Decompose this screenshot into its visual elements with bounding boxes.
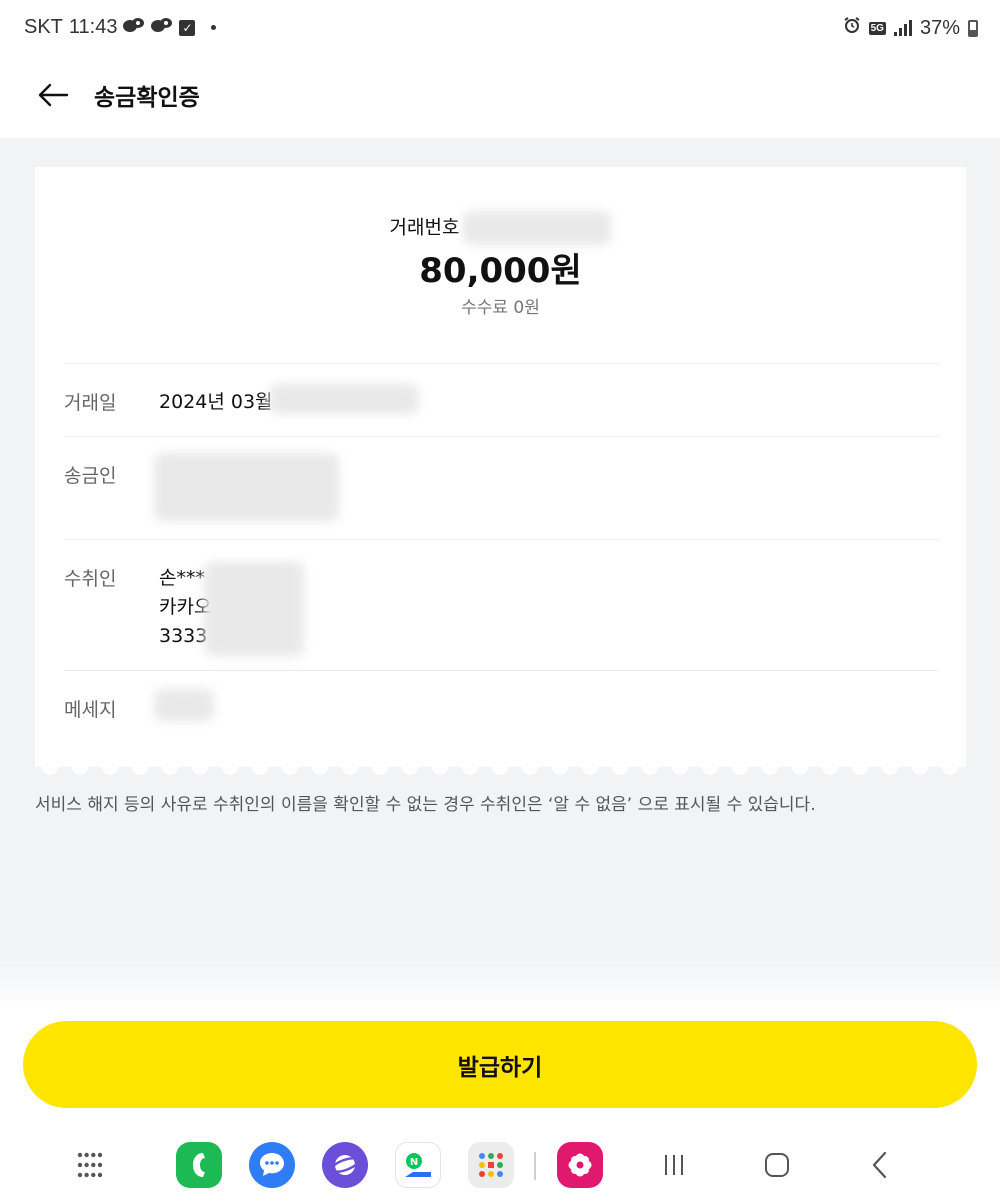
- alarm-icon: [843, 16, 861, 40]
- flower-app-icon[interactable]: [557, 1142, 603, 1188]
- phone-icon[interactable]: [176, 1142, 222, 1188]
- row-date: 거래일 2024년 03월: [64, 363, 938, 436]
- bottom-fade: [0, 960, 1000, 1010]
- row-sender: 송금인: [64, 436, 938, 539]
- battery-percent: 37%: [919, 16, 960, 39]
- redacted-date: [269, 384, 419, 414]
- dock-divider: [534, 1152, 536, 1180]
- recents-icon[interactable]: [651, 1142, 697, 1188]
- app-header: 송금확인증: [0, 58, 1000, 138]
- network-type-icon: 5G: [868, 21, 886, 35]
- messages-icon[interactable]: [249, 1142, 295, 1188]
- row-label: 수취인: [64, 568, 117, 590]
- row-label: 거래일: [64, 392, 117, 414]
- navigation-bar: N: [0, 1130, 1000, 1200]
- page-title: 송금확인증: [94, 85, 200, 111]
- naver-map-icon[interactable]: N: [395, 1142, 441, 1188]
- home-icon[interactable]: [754, 1142, 800, 1188]
- transaction-date: 2024년 03월: [159, 391, 273, 413]
- redacted-message: [154, 689, 214, 721]
- transaction-number: 거래번호: [35, 211, 966, 245]
- google-folder-icon[interactable]: [468, 1142, 514, 1188]
- issue-button[interactable]: 발급하기: [23, 1021, 977, 1108]
- redacted-recipient: [204, 562, 304, 656]
- status-left: SKT 11:43 ✓: [24, 16, 217, 39]
- more-notifications-dot: [211, 25, 217, 30]
- notification-icon: [123, 17, 145, 38]
- row-message: 메세지: [64, 670, 938, 750]
- notification-icon: [151, 17, 173, 38]
- transaction-number-label: 거래번호: [389, 216, 460, 239]
- internet-icon[interactable]: [322, 1142, 368, 1188]
- transfer-amount: 80,000원: [419, 251, 582, 291]
- fee-text: 수수료 0원: [461, 298, 540, 318]
- notice-text: 서비스 해지 등의 사유로 수취인의 이름을 확인할 수 없는 경우 수취인은 …: [35, 795, 816, 815]
- redacted-transaction-id: [463, 211, 612, 245]
- app-drawer-icon[interactable]: [67, 1142, 113, 1188]
- checkbox-notification-icon: ✓: [179, 19, 196, 36]
- battery-icon: [968, 19, 978, 37]
- back-button[interactable]: [30, 72, 76, 118]
- row-recipient: 수취인 손*** 카카오 3333: [64, 539, 938, 670]
- receipt-card: 거래번호 80,000원 수수료 0원 거래일 2024년 03월 송금인 수취…: [35, 167, 966, 767]
- redacted-sender: [154, 453, 339, 521]
- row-label: 메세지: [64, 699, 117, 721]
- back-icon[interactable]: [857, 1142, 903, 1188]
- arrow-left-icon: [38, 83, 69, 107]
- status-right: 5G 37%: [843, 16, 978, 40]
- carrier-label: SKT: [24, 16, 63, 38]
- clock: 11:43: [68, 16, 118, 38]
- svg-text:N: N: [410, 1157, 418, 1168]
- row-label: 송금인: [64, 465, 117, 487]
- receipt-scalloped-edge: [35, 757, 966, 775]
- status-bar: SKT 11:43 ✓ 5G 37%: [0, 0, 1000, 58]
- signal-icon: [893, 20, 912, 36]
